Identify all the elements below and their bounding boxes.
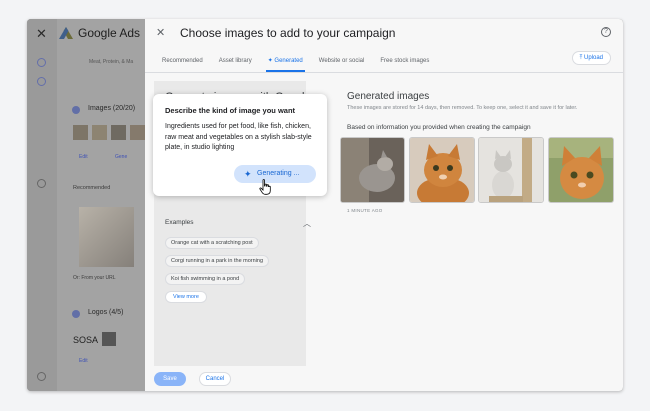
tab-website-or-social[interactable]: Website or social — [311, 56, 373, 72]
popup-title: Describe the kind of image you want — [165, 106, 296, 115]
view-more-button[interactable]: View more — [165, 291, 207, 303]
app-close-icon[interactable]: ✕ — [36, 26, 47, 42]
generated-images-note: Based on information you provided when c… — [347, 124, 531, 131]
example-chip[interactable]: Koi fish swimming in a pond — [165, 273, 246, 285]
tab-generated[interactable]: ✦ Generated — [260, 56, 311, 72]
brand-name: Google Ads — [78, 26, 141, 40]
upload-label: Upload — [583, 55, 603, 61]
example-chip[interactable]: Orange cat with a scratching post — [165, 237, 259, 249]
example-chip[interactable]: Corgi running in a park in the morning — [165, 255, 270, 267]
sparkle-icon: ✦ — [244, 169, 252, 179]
generated-image-1[interactable] — [340, 137, 405, 203]
app-window: ✕ Google Ads Meat, Protein, & Ma Images … — [27, 19, 623, 391]
image-thumb[interactable] — [130, 125, 145, 140]
from-url-label: Or: From your URL — [73, 275, 116, 281]
tab-recommended[interactable]: Recommended — [154, 56, 211, 72]
generated-images-subtitle: These images are stored for 14 days, the… — [347, 105, 578, 111]
left-rail — [27, 19, 57, 391]
logos-check-icon — [72, 310, 80, 318]
describe-image-popup: Describe the kind of image you want Ingr… — [153, 94, 327, 196]
examples-header[interactable]: Examples ︿ — [165, 219, 315, 231]
prompt-textarea[interactable]: Ingredients used for pet food, like fish… — [165, 122, 323, 154]
campaign-search-text: Meat, Protein, & Ma — [89, 59, 134, 65]
recommended-photo[interactable] — [79, 207, 134, 267]
image-thumb[interactable] — [111, 125, 126, 140]
image-thumb[interactable] — [73, 125, 88, 140]
hand-pointer-cursor-icon — [259, 179, 271, 195]
generating-button[interactable]: ✦ Generating ... — [234, 165, 316, 183]
images-edit-link[interactable]: Edit — [79, 154, 88, 160]
examples-label: Examples — [165, 219, 194, 226]
help-circle-icon[interactable]: ? — [601, 27, 611, 37]
images-generate-link[interactable]: Gene — [115, 154, 127, 160]
logo-text: SOSA — [73, 335, 99, 345]
dialog-tabs: Recommended Asset library ✦ Generated We… — [154, 56, 437, 72]
tabs-divider — [145, 72, 623, 73]
tab-asset-library[interactable]: Asset library — [211, 56, 260, 72]
recommended-label: Recommended — [73, 185, 111, 191]
images-check-icon — [72, 106, 80, 114]
rail-settings-icon[interactable] — [37, 372, 46, 381]
logo-thumb[interactable] — [102, 332, 116, 346]
save-button[interactable]: Save — [154, 372, 186, 386]
tab-free-stock-images[interactable]: Free stock images — [372, 56, 437, 72]
examples-section: Examples ︿ Orange cat with a scratching … — [165, 219, 315, 303]
generated-image-2[interactable] — [409, 137, 475, 203]
rail-target-icon[interactable] — [37, 58, 46, 67]
dialog-title: Choose images to add to your campaign — [180, 26, 396, 40]
rail-home-icon[interactable] — [37, 179, 46, 188]
logos-edit-link[interactable]: Edit — [79, 358, 88, 364]
google-ads-logo-icon — [59, 27, 73, 39]
generated-image-3[interactable] — [478, 137, 544, 203]
rail-circle-icon[interactable] — [37, 77, 46, 86]
generated-images-title: Generated images — [347, 91, 430, 102]
upload-button[interactable]: ⤒ Upload — [571, 51, 611, 65]
chevron-up-icon[interactable]: ︿ — [303, 218, 311, 229]
image-thumb[interactable] — [92, 125, 107, 140]
choose-images-dialog: ✕ Choose images to add to your campaign … — [145, 19, 623, 391]
cancel-button[interactable]: Cancel — [199, 372, 231, 386]
logos-section-label: Logos (4/5) — [88, 309, 124, 316]
generated-timestamp: 1 MINUTE AGO — [347, 208, 383, 213]
dialog-close-icon[interactable]: ✕ — [156, 26, 165, 39]
images-section-label: Images (20/20) — [88, 105, 136, 112]
generated-image-4[interactable] — [548, 137, 614, 203]
